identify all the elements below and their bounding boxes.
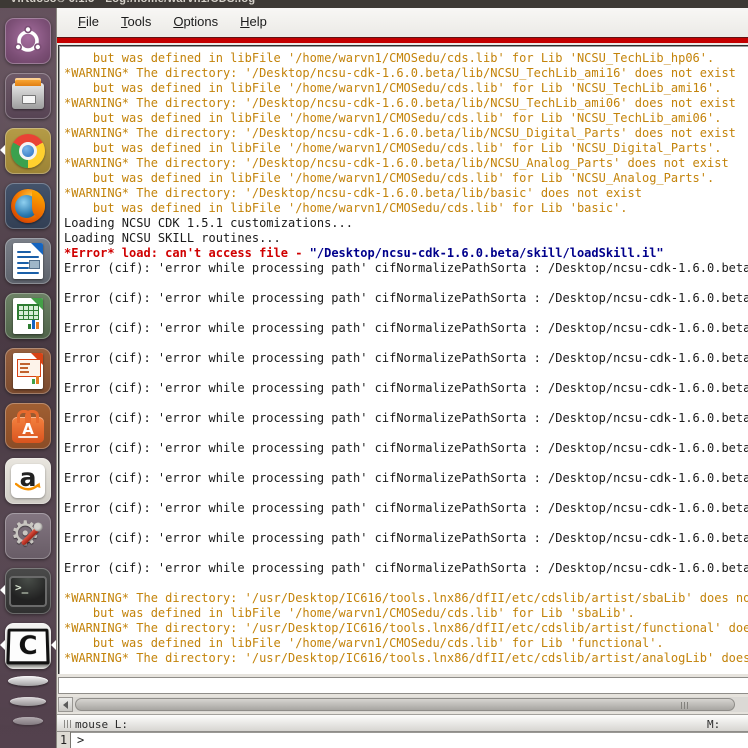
log-line: Loading NCSU CDK 1.5.1 customizations... <box>64 216 353 230</box>
command-input-field[interactable] <box>58 677 748 694</box>
log-line: Loading NCSU SKILL routines... <box>64 231 281 245</box>
log-line: Error (cif): 'error while processing pat… <box>64 351 748 365</box>
scrollbar-grip <box>681 702 689 709</box>
log-line: *WARNING* The directory: '/Desktop/ncsu-… <box>64 66 736 80</box>
log-line: *WARNING* The directory: '/Desktop/ncsu-… <box>64 156 729 170</box>
drawer-graphic <box>12 78 44 109</box>
log-line: *WARNING* The directory: '/usr/Desktop/I… <box>64 621 748 635</box>
libreoffice-impress-icon[interactable] <box>5 348 51 394</box>
file-cabinet-icon[interactable] <box>5 73 51 119</box>
log-line: Error (cif): 'error while processing pat… <box>64 531 748 545</box>
red-separator-bar <box>57 35 748 45</box>
libreoffice-calc-icon[interactable] <box>5 293 51 339</box>
scroll-left-button[interactable] <box>58 697 73 712</box>
log-line: Error (cif): 'error while processing pat… <box>64 501 748 515</box>
mouse-left-binding-label: mouse L: <box>75 718 128 731</box>
firefox-icon[interactable] <box>5 183 51 229</box>
menu-bar: File Tools Options Help <box>57 8 748 35</box>
chrome-logo <box>11 134 45 168</box>
log-line: but was defined in libFile '/home/warvn1… <box>64 636 664 650</box>
ubuntu-dash-icon[interactable] <box>5 18 51 64</box>
log-line: Error (cif): 'error while processing pat… <box>64 291 748 305</box>
log-line: Error (cif): 'error while processing pat… <box>64 441 748 455</box>
gear-wrench-graphic: ⚙ <box>10 515 41 553</box>
launcher-folded-icon <box>10 697 46 706</box>
firefox-logo <box>11 189 45 223</box>
log-line: *WARNING* The directory: '/Desktop/ncsu-… <box>64 186 642 200</box>
terminal-icon[interactable]: >_ <box>5 568 51 614</box>
horizontal-scrollbar[interactable] <box>58 697 748 712</box>
virtuoso-ciw-window: File Tools Options Help but was defined … <box>56 8 748 748</box>
calc-page-graphic <box>13 298 43 334</box>
scrollbar-thumb[interactable] <box>75 698 735 711</box>
log-line: Error (cif): 'error while processing pat… <box>64 561 748 575</box>
log-line: Error (cif): 'error while processing pat… <box>64 381 748 395</box>
window-titlebar: Virtuoso® 6.1.5 - Log:/home/warvn1/CDS.l… <box>0 0 748 8</box>
log-line: *Error* load: can't access file - "/Desk… <box>64 246 664 260</box>
menu-help[interactable]: Help <box>231 11 276 32</box>
circle-of-friends-logo <box>14 25 42 52</box>
amazon-logo: a <box>11 464 45 498</box>
log-line: but was defined in libFile '/home/warvn1… <box>64 141 722 155</box>
log-line: *WARNING* The directory: '/Desktop/ncsu-… <box>64 126 736 140</box>
menu-options[interactable]: Options <box>164 11 227 32</box>
log-line: Error (cif): 'error while processing pat… <box>64 321 748 335</box>
log-line: but was defined in libFile '/home/warvn1… <box>64 51 715 65</box>
unity-launcher: A a ⚙ >_ C <box>0 8 56 748</box>
menu-tools[interactable]: Tools <box>112 11 160 32</box>
virtuoso-icon[interactable]: C <box>5 623 56 669</box>
menu-file[interactable]: File <box>69 11 108 32</box>
chrome-icon[interactable] <box>5 128 51 174</box>
system-settings-icon[interactable]: ⚙ <box>5 513 51 559</box>
log-line: Error (cif): 'error while processing pat… <box>64 471 748 485</box>
mouse-bindings-bar: mouse L: M: <box>57 714 748 732</box>
statusbar-grip <box>64 720 71 728</box>
prompt-row: 1 > <box>57 732 748 748</box>
launcher-folded-icon <box>8 676 48 686</box>
libreoffice-writer-icon[interactable] <box>5 238 51 284</box>
amazon-icon[interactable]: a <box>5 458 51 504</box>
log-line: but was defined in libFile '/home/warvn1… <box>64 606 635 620</box>
log-line: *WARNING* The directory: '/usr/Desktop/I… <box>64 651 748 665</box>
log-line: but was defined in libFile '/home/warvn1… <box>64 81 722 95</box>
window-title: Virtuoso® 6.1.5 - Log:/home/warvn1/CDS.l… <box>10 0 255 5</box>
software-center-icon[interactable]: A <box>5 403 51 449</box>
log-line: *WARNING* The directory: '/Desktop/ncsu-… <box>64 96 736 110</box>
terminal-screen-graphic: >_ <box>9 575 47 607</box>
log-line: but was defined in libFile '/home/warvn1… <box>64 201 628 215</box>
log-output-area[interactable]: but was defined in libFile '/home/warvn1… <box>58 45 748 674</box>
log-line: but was defined in libFile '/home/warvn1… <box>64 171 715 185</box>
left-arrow-icon <box>63 700 68 709</box>
writer-page-graphic <box>13 243 43 279</box>
mouse-middle-binding-label: M: <box>707 718 721 731</box>
log-line: but was defined in libFile '/home/warvn1… <box>64 111 722 125</box>
amazon-smile-arrow <box>15 482 41 491</box>
launcher-folded-icon <box>13 717 43 725</box>
impress-page-graphic <box>13 353 43 389</box>
log-line: Error (cif): 'error while processing pat… <box>64 261 748 275</box>
log-line: *WARNING* The directory: '/usr/Desktop/I… <box>64 591 748 605</box>
ciw-prompt-input[interactable]: > <box>71 732 748 748</box>
log-line: Error (cif): 'error while processing pat… <box>64 411 748 425</box>
cadence-monitor-graphic: C <box>6 628 50 665</box>
shopping-bag-graphic: A <box>12 410 44 443</box>
history-line-number: 1 <box>57 732 71 748</box>
